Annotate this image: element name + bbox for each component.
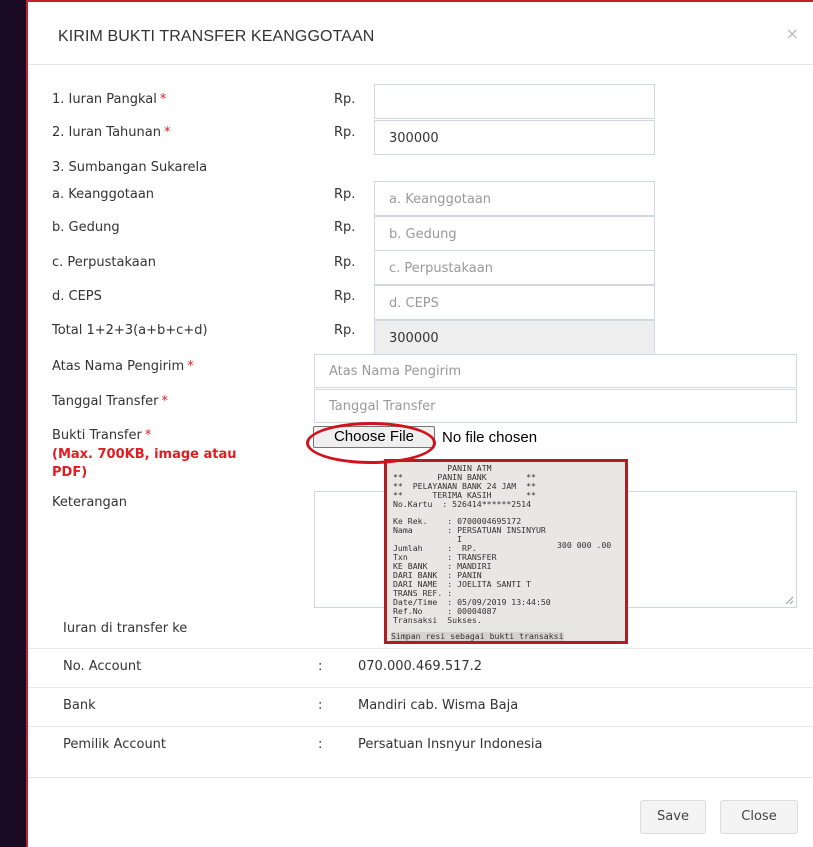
- iuran-pangkal-input[interactable]: [374, 84, 655, 119]
- account-label: No. Account: [63, 659, 142, 674]
- file-size-hint: (Max. 700KB, image atau PDF): [52, 447, 237, 480]
- close-icon[interactable]: ×: [786, 24, 799, 43]
- colon: :: [318, 659, 323, 674]
- receipt-amount: 300 000 .00: [557, 540, 612, 550]
- bank-row: Bank : Mandiri cab. Wisma Baja: [28, 687, 813, 728]
- perpustakaan-input[interactable]: c. Perpustakaan: [374, 250, 655, 285]
- atas-nama-label: Atas Nama Pengirim *: [52, 359, 194, 374]
- modal-footer: Save Close: [28, 777, 813, 847]
- iuran-tahunan-label: 2. Iuran Tahunan *: [52, 125, 171, 140]
- perpustakaan-label: c. Perpustakaan: [52, 255, 156, 270]
- colon: :: [318, 698, 323, 713]
- atas-nama-input[interactable]: Atas Nama Pengirim: [314, 354, 797, 388]
- currency-label: Rp.: [334, 220, 356, 235]
- receipt-line: Transaksi Sukses.: [393, 615, 482, 625]
- keanggotaan-input[interactable]: a. Keanggotaan: [374, 181, 655, 216]
- ceps-input[interactable]: d. CEPS: [374, 285, 655, 320]
- receipt-body: Ke Rek. : 0700004695172 Nama : PERSATUAN …: [393, 517, 551, 625]
- required-mark: *: [187, 359, 194, 374]
- receipt-image: PANIN ATM ** PANIN BANK ** ** PELAYANAN BA…: [384, 459, 628, 644]
- required-mark: *: [159, 92, 167, 107]
- required-mark: *: [144, 428, 152, 443]
- keanggotaan-label: a. Keanggotaan: [52, 187, 155, 202]
- resize-grip-icon[interactable]: [784, 595, 794, 605]
- sumbangan-label: 3. Sumbangan Sukarela: [52, 160, 208, 175]
- colon: :: [318, 737, 323, 752]
- total-label: Total 1+2+3(a+b+c+d): [52, 323, 208, 338]
- bank-label: Bank: [63, 698, 96, 713]
- gedung-input[interactable]: b. Gedung: [374, 216, 655, 251]
- modal-header: KIRIM BUKTI TRANSFER KEANGGOTAAN ×: [28, 2, 813, 65]
- required-mark: *: [163, 125, 171, 140]
- currency-label: Rp.: [334, 323, 356, 338]
- owner-label: Pemilik Account: [63, 737, 167, 752]
- currency-label: Rp.: [334, 125, 356, 140]
- close-button[interactable]: Close: [720, 800, 798, 834]
- bank-value: Mandiri cab. Wisma Baja: [358, 698, 519, 713]
- receipt-line: No.Kartu : 526414******2514: [393, 499, 532, 509]
- transfer-modal: KIRIM BUKTI TRANSFER KEANGGOTAAN × 1. Iu…: [26, 0, 813, 847]
- iuran-pangkal-label: 1. Iuran Pangkal *: [52, 92, 167, 107]
- account-row: No. Account : 070.000.469.517.2: [28, 648, 813, 689]
- save-button[interactable]: Save: [640, 800, 706, 834]
- file-status: No file chosen: [442, 429, 538, 446]
- tanggal-label: Tanggal Transfer *: [52, 394, 168, 409]
- currency-label: Rp.: [334, 255, 356, 270]
- choose-file-button[interactable]: Choose File: [313, 426, 435, 448]
- gedung-label: b. Gedung: [52, 220, 120, 235]
- currency-label: Rp.: [334, 92, 356, 107]
- receipt-header: PANIN ATM ** PANIN BANK ** ** PELAYANAN BA…: [393, 464, 625, 509]
- account-value: 070.000.469.517.2: [358, 659, 483, 674]
- ceps-label: d. CEPS: [52, 289, 102, 304]
- modal-title: KIRIM BUKTI TRANSFER KEANGGOTAAN: [58, 28, 375, 45]
- iuran-tahunan-input[interactable]: 300000: [374, 120, 655, 155]
- currency-label: Rp.: [334, 289, 356, 304]
- required-mark: *: [161, 394, 168, 409]
- owner-row: Pemilik Account : Persatuan Insnyur Indo…: [28, 726, 813, 767]
- tanggal-input[interactable]: Tanggal Transfer: [314, 389, 797, 423]
- receipt-footer: Simpan resi sebagai bukti transaksi: [391, 631, 564, 641]
- owner-value: Persatuan Insnyur Indonesia: [358, 737, 543, 752]
- keterangan-label: Keterangan: [52, 495, 127, 510]
- bukti-label: Bukti Transfer *: [52, 428, 152, 443]
- total-input: 300000: [374, 320, 655, 355]
- currency-label: Rp.: [334, 187, 356, 202]
- info-heading: Iuran di transfer ke: [63, 621, 188, 636]
